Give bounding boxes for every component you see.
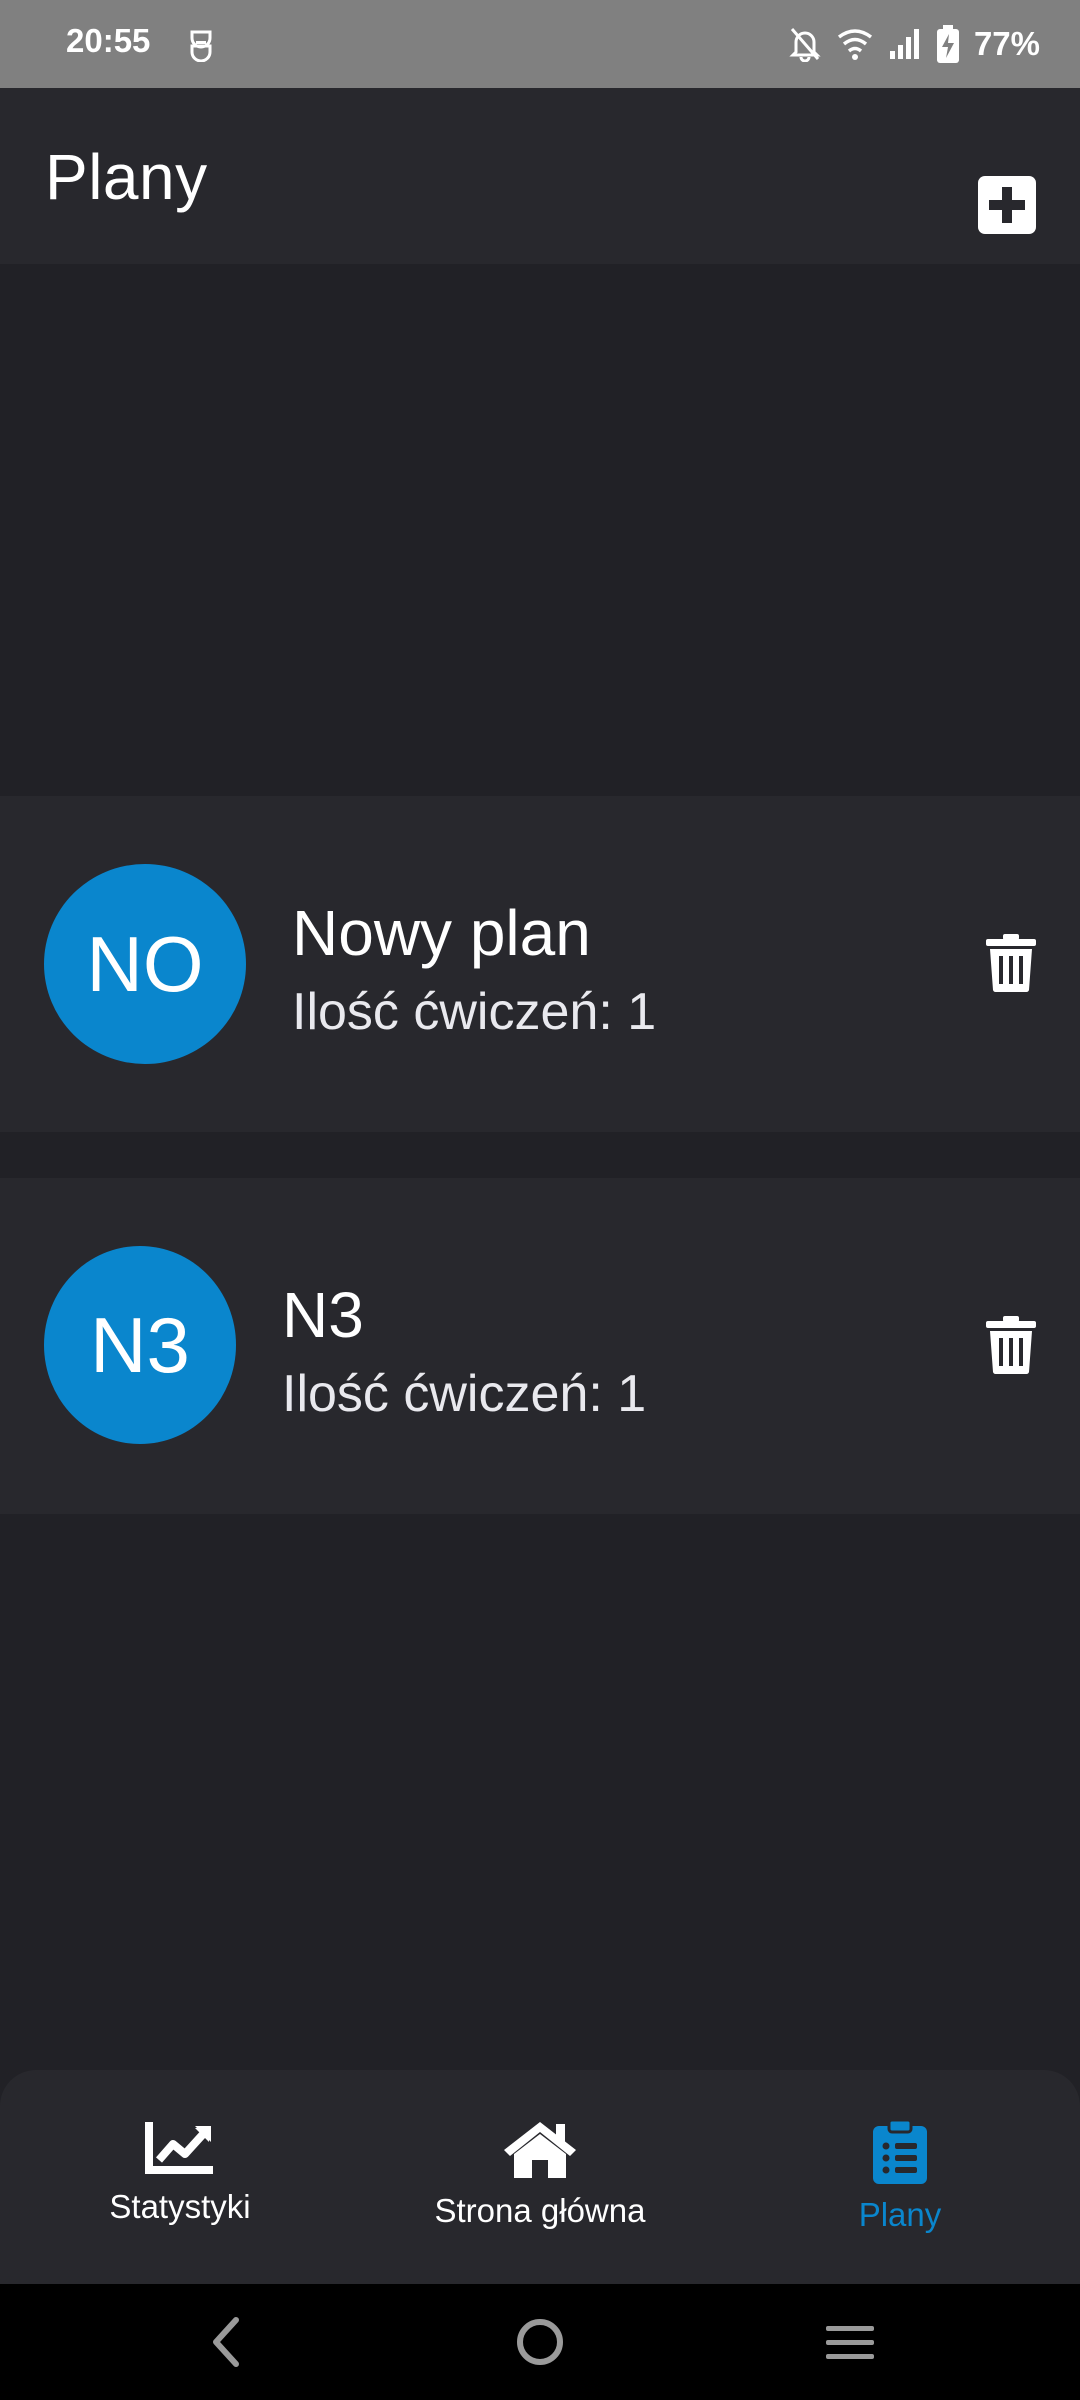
- nav-label: Strona główna: [434, 2192, 646, 2229]
- wifi-icon: [837, 29, 872, 60]
- bottom-navigation: Statystyki Strona główna Plany: [0, 2070, 1080, 2284]
- bell-off-icon: [789, 28, 821, 62]
- nav-label: Statystyki: [109, 2188, 251, 2225]
- system-navigation-bar: [0, 2284, 1080, 2400]
- avatar: NO: [44, 864, 246, 1064]
- avatar: N3: [44, 1246, 236, 1444]
- menu-icon[interactable]: [818, 2310, 882, 2374]
- back-icon[interactable]: [196, 2310, 260, 2374]
- app-bar: Plany: [0, 88, 1080, 264]
- chart-line-icon: [145, 2122, 213, 2174]
- nav-item-strona-glowna[interactable]: Strona główna: [360, 2120, 720, 2230]
- home-icon: [504, 2122, 576, 2178]
- plan-list-item[interactable]: NO Nowy plan Ilość ćwiczeń: 1: [0, 796, 1080, 1132]
- status-bar: 20:55 77%: [0, 0, 1080, 88]
- plan-exercise-count: Ilość ćwiczeń: 1: [282, 1365, 647, 1423]
- plan-name: Nowy plan: [292, 897, 591, 969]
- clipboard-list-icon: [873, 2120, 927, 2184]
- nav-item-plany[interactable]: Plany: [720, 2120, 1080, 2234]
- battery-charging-icon: [936, 25, 959, 63]
- signal-icon: [889, 29, 919, 59]
- plan-name: N3: [282, 1279, 364, 1351]
- plan-exercise-count: Ilość ćwiczeń: 1: [292, 983, 657, 1041]
- nav-label: Plany: [858, 2196, 942, 2233]
- delete-plan-button[interactable]: [986, 1316, 1036, 1374]
- add-plan-button[interactable]: [978, 176, 1036, 234]
- status-time: 20:55: [66, 22, 151, 59]
- home-system-icon[interactable]: [508, 2310, 572, 2374]
- plan-list-item[interactable]: N3 N3 Ilość ćwiczeń: 1: [0, 1178, 1080, 1514]
- battery-percent: 77%: [973, 25, 1040, 62]
- delete-plan-button[interactable]: [986, 934, 1036, 992]
- status-icons: 77%: [788, 18, 1040, 70]
- nav-item-statystyki[interactable]: Statystyki: [0, 2120, 360, 2226]
- page-title: Plany: [45, 141, 208, 213]
- notification-app-icon: [190, 30, 212, 62]
